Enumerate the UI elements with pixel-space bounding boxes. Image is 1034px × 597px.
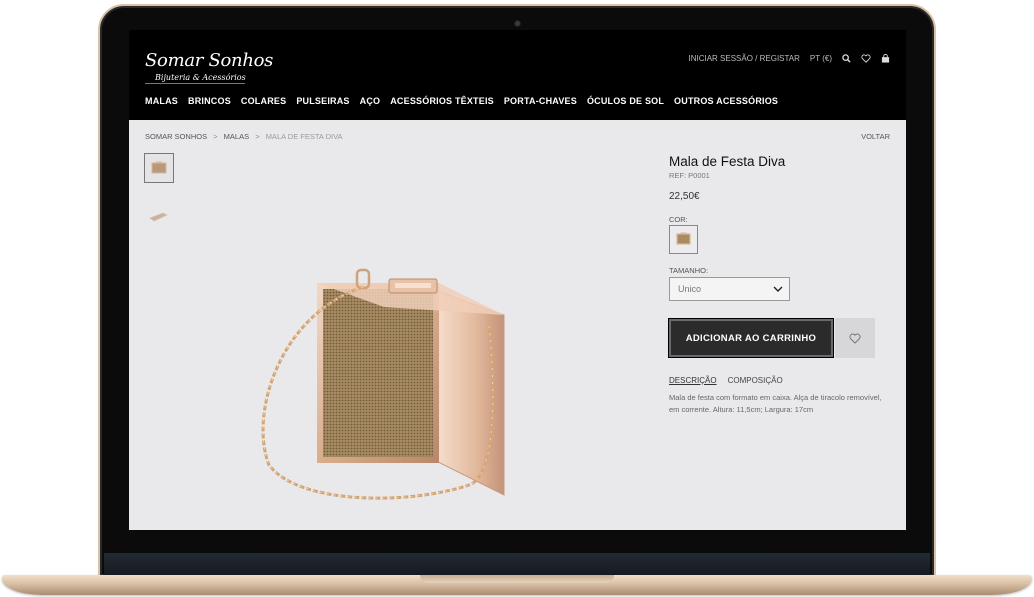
add-to-cart-button[interactable]: ADICIONAR AO CARRINHO	[668, 318, 834, 358]
locale-selector[interactable]: PT (€)	[810, 54, 832, 63]
product-thumbnail-side[interactable]	[144, 202, 174, 232]
nav-item-colares[interactable]: COLARES	[241, 96, 286, 106]
color-label: COR:	[669, 215, 688, 224]
chevron-down-icon	[773, 286, 783, 292]
nav-item-oculos-de-sol[interactable]: ÓCULOS DE SOL	[587, 96, 664, 106]
back-link[interactable]: VOLTAR	[861, 132, 890, 141]
color-swatch-gold[interactable]	[669, 225, 698, 254]
bag-icon[interactable]	[881, 54, 890, 63]
nav-item-brincos[interactable]: BRINCOS	[188, 96, 231, 106]
site-logo[interactable]: Somar Sonhos Bijuteria & Acessórios	[145, 50, 273, 90]
heart-icon[interactable]	[861, 54, 871, 63]
logo-divider	[145, 83, 245, 84]
product-thumbnail-front[interactable]	[144, 153, 174, 183]
nav-item-malas[interactable]: MALAS	[145, 96, 178, 106]
site-header: Somar Sonhos Bijuteria & Acessórios INIC…	[129, 30, 906, 120]
breadcrumb: SOMAR SONHOS > MALAS > MALA DE FESTA DIV…	[145, 132, 343, 141]
webcam	[515, 21, 520, 26]
tab-composicao[interactable]: COMPOSIÇÃO	[728, 376, 783, 385]
product-description: Mala de festa com formato em caixa. Alça…	[669, 393, 882, 414]
nav-item-porta-chaves[interactable]: PORTA-CHAVES	[504, 96, 577, 106]
heart-icon	[849, 333, 861, 344]
breadcrumb-separator: >	[213, 132, 218, 141]
breadcrumb-separator: >	[255, 132, 260, 141]
tab-descricao[interactable]: DESCRIÇÃO	[669, 376, 717, 385]
breadcrumb-item-home[interactable]: SOMAR SONHOS	[145, 132, 207, 141]
nav-item-pulseiras[interactable]: PULSEIRAS	[296, 96, 349, 106]
logo-tagline: Bijuteria & Acessórios	[155, 73, 246, 82]
nav-item-outros-acessorios[interactable]: OUTROS ACESSÓRIOS	[674, 96, 778, 106]
breadcrumb-item-category[interactable]: MALAS	[224, 132, 249, 141]
search-icon[interactable]	[842, 54, 851, 63]
nav-item-acessorios-texteis[interactable]: ACESSÓRIOS TÊXTEIS	[390, 96, 494, 106]
header-utility-links: INICIAR SESSÃO / REGISTAR PT (€)	[688, 54, 890, 63]
size-select-value: Unico	[678, 284, 702, 294]
screen-bezel-bottom	[104, 553, 930, 575]
nav-item-aco[interactable]: AÇO	[360, 96, 381, 106]
login-link[interactable]: INICIAR SESSÃO / REGISTAR	[688, 54, 799, 63]
product-tabs: DESCRIÇÃO COMPOSIÇÃO	[669, 376, 783, 385]
logo-name: Somar Sonhos	[145, 50, 274, 71]
product-price: 22,50€	[669, 191, 700, 202]
main-nav: MALAS BRINCOS COLARES PULSEIRAS AÇO ACES…	[145, 96, 778, 106]
breadcrumb-item-current: MALA DE FESTA DIVA	[265, 132, 343, 141]
size-label: TAMANHO:	[669, 266, 709, 275]
product-ref: REF: P0001	[669, 171, 710, 180]
size-select[interactable]: Unico	[669, 277, 790, 301]
product-main-image	[239, 255, 619, 515]
browser-screen: Somar Sonhos Bijuteria & Acessórios INIC…	[129, 30, 906, 530]
product-title: Mala de Festa Diva	[669, 154, 786, 169]
laptop-notch	[420, 575, 614, 583]
wishlist-button[interactable]	[835, 318, 875, 358]
